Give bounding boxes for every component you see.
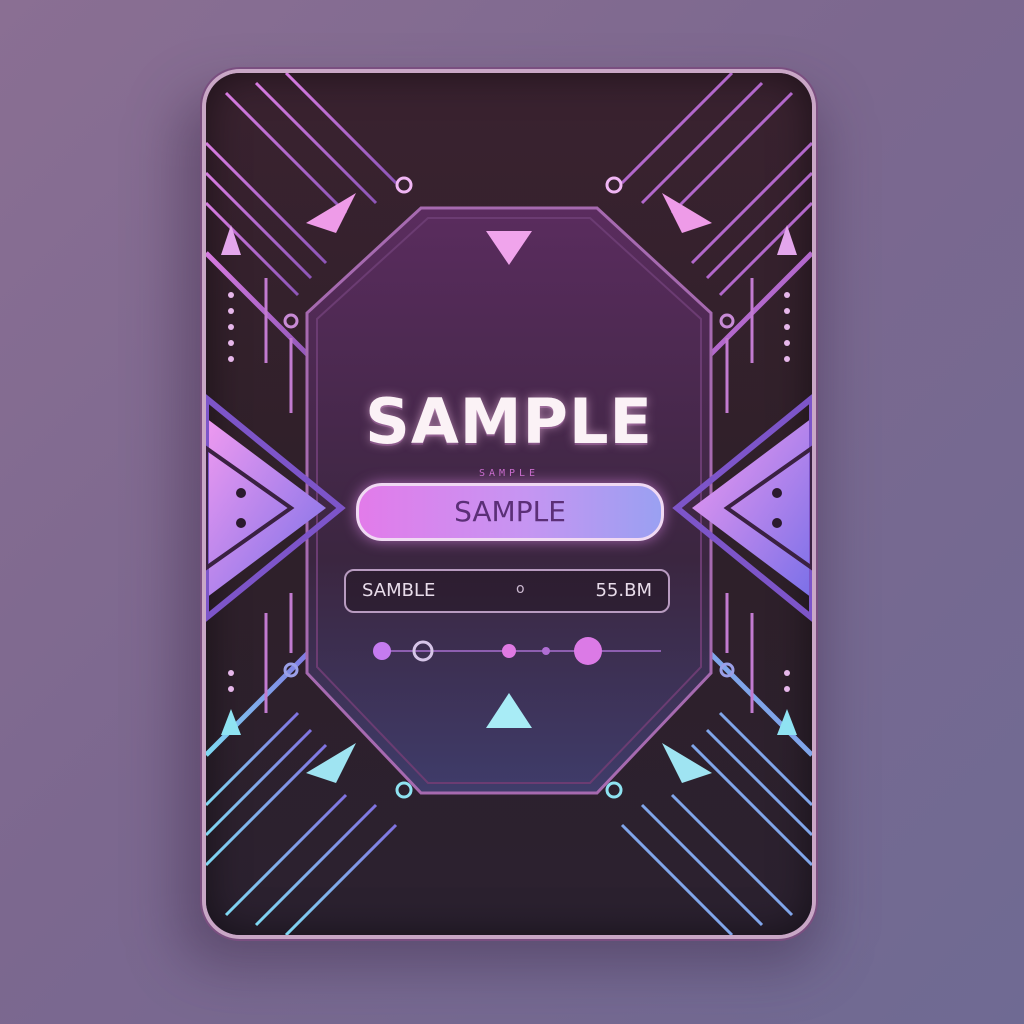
slider-knob[interactable] xyxy=(574,637,602,665)
info-label: SAMBLE xyxy=(362,580,436,601)
small-arrow-up-left-icon xyxy=(221,225,241,255)
info-indicator: o xyxy=(516,581,525,597)
card-title: SAMPLE xyxy=(365,385,653,458)
slider-knob[interactable] xyxy=(542,647,550,655)
slider-knob[interactable] xyxy=(502,644,516,658)
slider-knob[interactable] xyxy=(373,642,391,660)
arrow-up-right-icon xyxy=(306,743,356,783)
sample-card[interactable]: SAMPLE SAMPLE SAMPLE SAMBLE o 55.BM xyxy=(206,73,812,935)
small-arrow-up-right-icon xyxy=(777,225,797,255)
info-value: 55.BM xyxy=(595,580,652,601)
info-bar: SAMBLE o 55.BM xyxy=(344,569,670,613)
sample-button[interactable]: SAMPLE xyxy=(356,483,664,541)
card-subtitle: SAMPLE xyxy=(478,468,540,479)
stage: SAMPLE SAMPLE SAMPLE SAMBLE o 55.BM xyxy=(0,0,1024,1024)
arrow-up-left-icon xyxy=(662,743,712,783)
